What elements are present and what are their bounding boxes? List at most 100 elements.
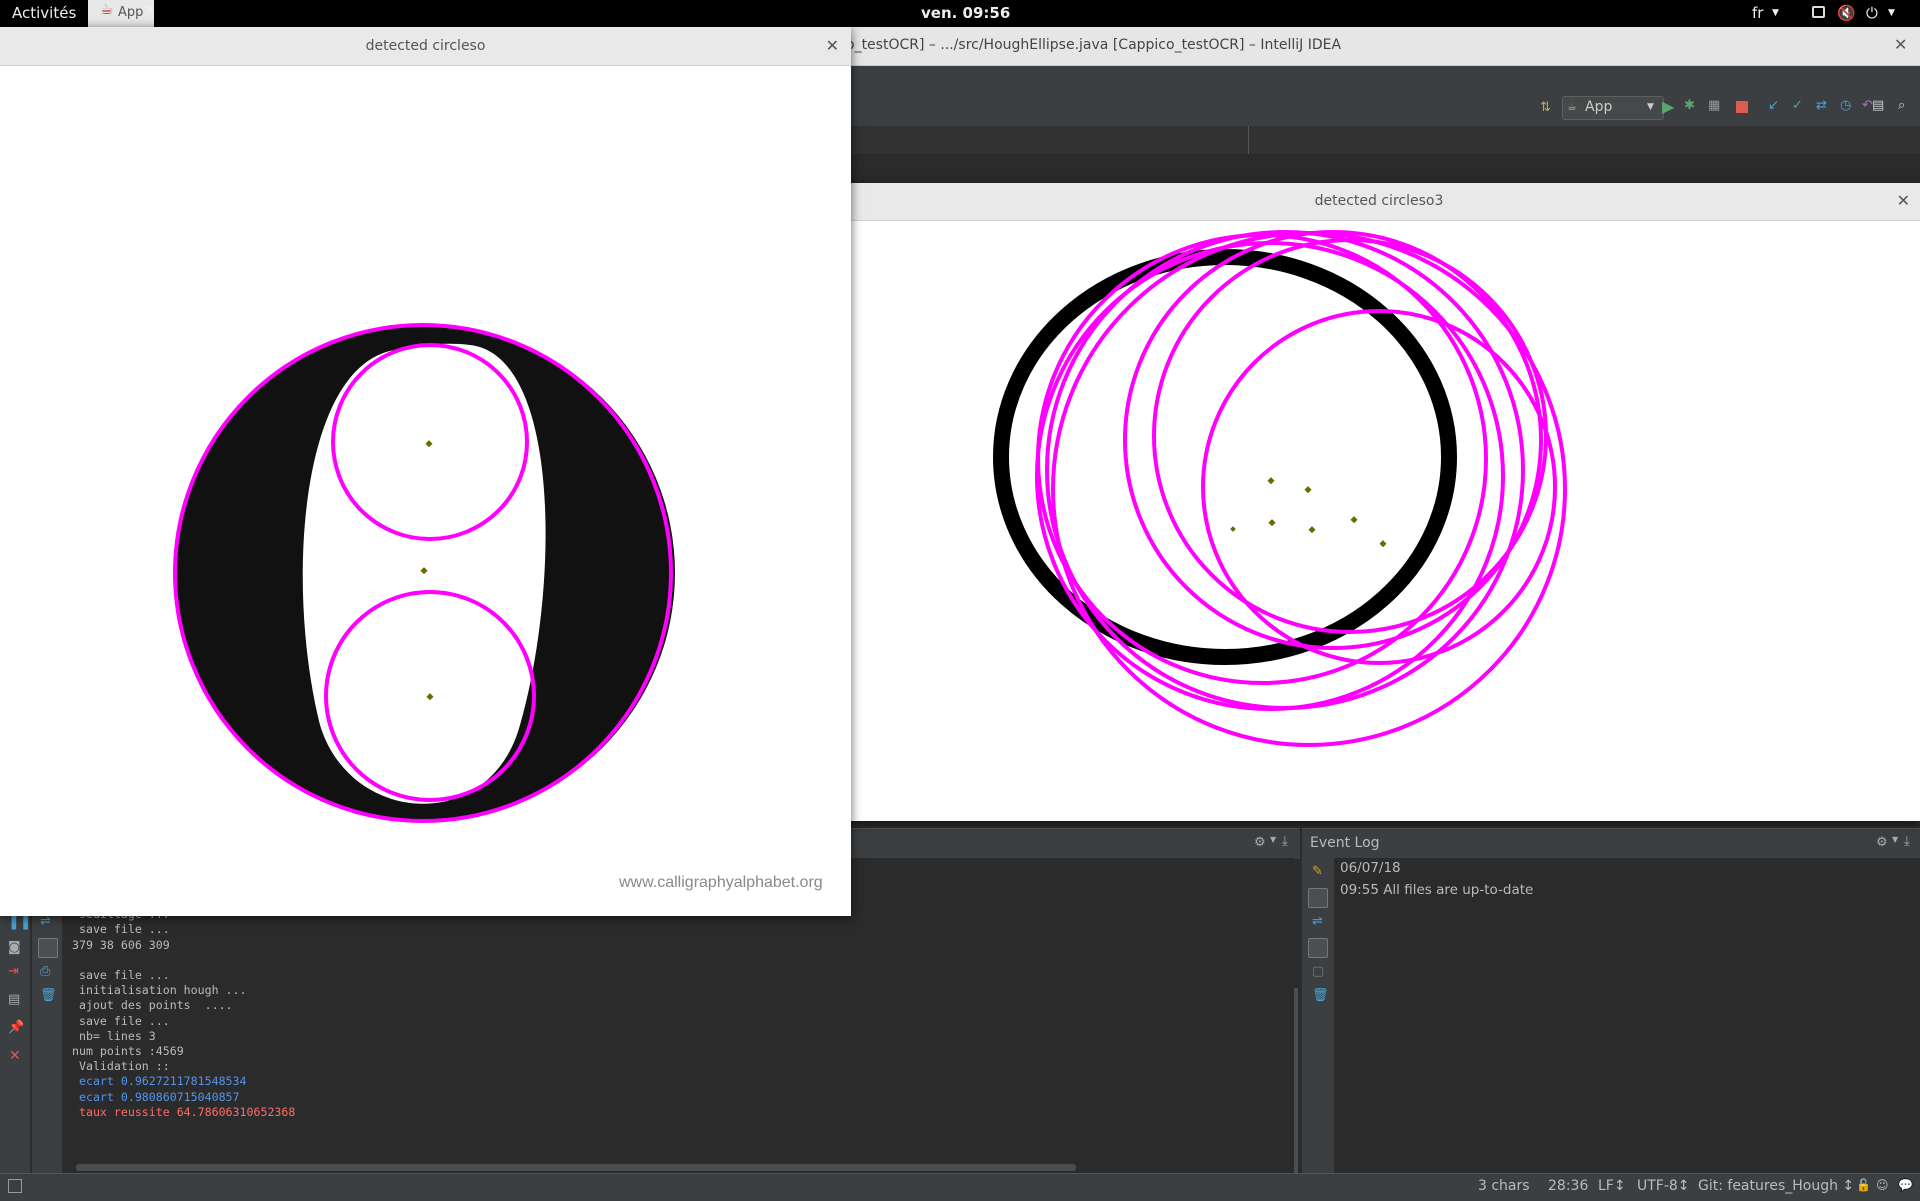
watermark: www.calligraphyalphabet.org: [619, 874, 823, 891]
file-encoding[interactable]: UTF-8↕: [1637, 1178, 1690, 1194]
detection-result-image-2: [993, 230, 1567, 747]
circle-center-marker: [1230, 526, 1236, 532]
vcs-history-icon[interactable]: ◷: [1840, 98, 1851, 113]
coverage-icon[interactable]: ▦: [1708, 98, 1720, 113]
search-icon[interactable]: ⌕: [1898, 98, 1905, 113]
layout-icon[interactable]: ▤: [8, 992, 20, 1007]
git-branch[interactable]: Git: features_Hough ↕: [1698, 1178, 1854, 1194]
circle-center-marker: [1267, 477, 1275, 485]
soft-wrap-icon[interactable]: ⇌: [40, 914, 51, 929]
selection-count: 3 chars: [1478, 1178, 1530, 1194]
image-window-circleso[interactable]: detected circleso ✕ www.calligraphyalpha…: [0, 27, 851, 916]
chevron-down-icon: ▼: [146, 5, 153, 15]
camera-icon[interactable]: ◙: [8, 940, 21, 955]
event-log[interactable]: 06/07/18 09:55 All files are up-to-date: [1334, 858, 1920, 1173]
line-separator[interactable]: LF↕: [1598, 1178, 1626, 1194]
settings-gear-icon[interactable]: ⚙: [1876, 835, 1888, 850]
circle-center-marker: [1268, 519, 1276, 527]
window-title: detected circleso3: [1314, 193, 1444, 209]
circle-center-marker: [1350, 516, 1358, 524]
letter-o-outline: [993, 249, 1457, 665]
structure-icon[interactable]: ▤: [1872, 98, 1884, 113]
pause-icon[interactable]: ❚❚: [8, 914, 31, 930]
inspector-icon[interactable]: ☺: [1876, 1178, 1889, 1192]
console-line: save file ...: [72, 968, 170, 982]
hide-panel-icon[interactable]: ⤓: [1904, 834, 1910, 849]
language-indicator[interactable]: fr: [1752, 4, 1763, 22]
ide-window-title: o_testOCR] – .../src/HoughEllipse.java […: [846, 37, 1342, 53]
chevron-down-icon: ▼: [1892, 835, 1899, 844]
close-icon[interactable]: ✕: [9, 1048, 21, 1064]
console-line: Validation ::: [72, 1059, 170, 1074]
exit-icon[interactable]: ⇥: [8, 964, 19, 979]
detection-result-image-1: [173, 323, 675, 823]
vcs-commit-icon[interactable]: ✓: [1792, 98, 1803, 113]
settings-gear-icon[interactable]: ⚙: [1254, 835, 1266, 850]
java-icon: ☕: [100, 0, 114, 18]
window-overview-icon[interactable]: [1812, 6, 1825, 18]
lock-icon[interactable]: 🔓: [1856, 1178, 1871, 1192]
console-line: taux reussite 64.78606310652368: [72, 1104, 296, 1119]
app-menu-label: App: [118, 5, 144, 20]
event-entry: 09:55 All files are up-to-date: [1340, 882, 1534, 898]
trash-icon[interactable]: 🗑: [1312, 988, 1329, 1003]
window-title-bar[interactable]: detected circleso3: [838, 183, 1920, 221]
run-config-label: App: [1585, 99, 1613, 115]
console-line: ajout des points ....: [72, 998, 233, 1013]
image-window-circleso3[interactable]: detected circleso3 ✕: [838, 183, 1920, 821]
horizontal-scrollbar[interactable]: [76, 1164, 1076, 1171]
hide-panel-icon[interactable]: ⤓: [1282, 834, 1288, 849]
console-line: 379 38 606 309: [72, 937, 170, 952]
chevron-down-icon: ▼: [1270, 835, 1277, 844]
console-line: initialisation hough ...: [72, 983, 247, 998]
stop-icon[interactable]: [1736, 101, 1748, 113]
print-icon[interactable]: ⎙: [40, 964, 50, 979]
trash-icon[interactable]: 🗑: [40, 988, 57, 1003]
clock[interactable]: ven. 09:56: [921, 4, 1010, 22]
pin-icon[interactable]: 📌: [8, 1020, 24, 1035]
console-line: ecart 0.9627211781548534: [72, 1074, 247, 1089]
console-line: save file ...: [72, 922, 170, 937]
event-log-icon[interactable]: 💬: [1898, 1178, 1913, 1192]
event-log-toolbar: ✎ ⇌ ▢ 🗑: [1302, 858, 1334, 1173]
console-line: ecart 0.980860715040857: [72, 1089, 240, 1104]
close-icon[interactable]: ✕: [1894, 35, 1907, 54]
run-icon[interactable]: ▶: [1662, 97, 1674, 116]
power-icon[interactable]: ⏻: [1866, 4, 1878, 22]
close-icon[interactable]: ✕: [826, 36, 839, 55]
chevron-down-icon: ▼: [1772, 8, 1779, 18]
run-config-selector[interactable]: ☕ App ▼: [1562, 96, 1664, 120]
soft-wrap-icon[interactable]: ⇌: [1312, 914, 1323, 929]
console-line: nb= lines 3: [72, 1028, 156, 1043]
mark-read-icon[interactable]: ▢: [1312, 964, 1324, 979]
app-menu-button[interactable]: ☕ App ▼: [88, 0, 154, 27]
system-top-bar: Activités ☕ App ▼ ven. 09:56 fr ▼ 🔇 ⏻ ▼: [0, 0, 1920, 27]
tool-windows-icon[interactable]: [8, 1179, 22, 1193]
console-line: num points :4569: [72, 1044, 184, 1058]
activities-button[interactable]: Activités: [12, 4, 76, 22]
debug-icon[interactable]: ✱: [1684, 98, 1695, 113]
divider: [1248, 126, 1249, 154]
close-icon[interactable]: ✕: [1897, 191, 1910, 210]
sort-icon[interactable]: ⇅: [1540, 100, 1551, 115]
volume-icon[interactable]: 🔇: [1837, 4, 1856, 22]
scroll-to-end-icon[interactable]: [1308, 938, 1328, 958]
window-title-bar[interactable]: detected circleso: [0, 27, 851, 66]
chevron-down-icon: ▼: [1647, 102, 1654, 112]
console-line: save file ...: [72, 1013, 170, 1028]
chevron-down-icon: ▼: [1888, 8, 1895, 18]
vertical-scrollbar[interactable]: [1294, 988, 1298, 1173]
scroll-to-end-icon[interactable]: [38, 938, 58, 958]
java-icon: ☕: [1567, 100, 1577, 113]
event-log-header: Event Log ⚙ ▼ ⤓: [1302, 828, 1920, 859]
circle-center-marker: [1304, 486, 1312, 494]
caret-position[interactable]: 28:36: [1548, 1178, 1588, 1194]
status-bar: 3 chars 28:36 LF↕ UTF-8↕ Git: features_H…: [0, 1173, 1920, 1201]
window-title: detected circleso: [365, 38, 486, 54]
vcs-update-icon[interactable]: ↙: [1768, 98, 1779, 113]
show-balloons-icon[interactable]: [1308, 888, 1328, 908]
vcs-compare-icon[interactable]: ⇄: [1816, 98, 1827, 113]
circle-center-marker: [1379, 540, 1387, 548]
settings-wrench-icon[interactable]: ✎: [1312, 864, 1323, 879]
circle-center-marker: [1308, 526, 1316, 534]
